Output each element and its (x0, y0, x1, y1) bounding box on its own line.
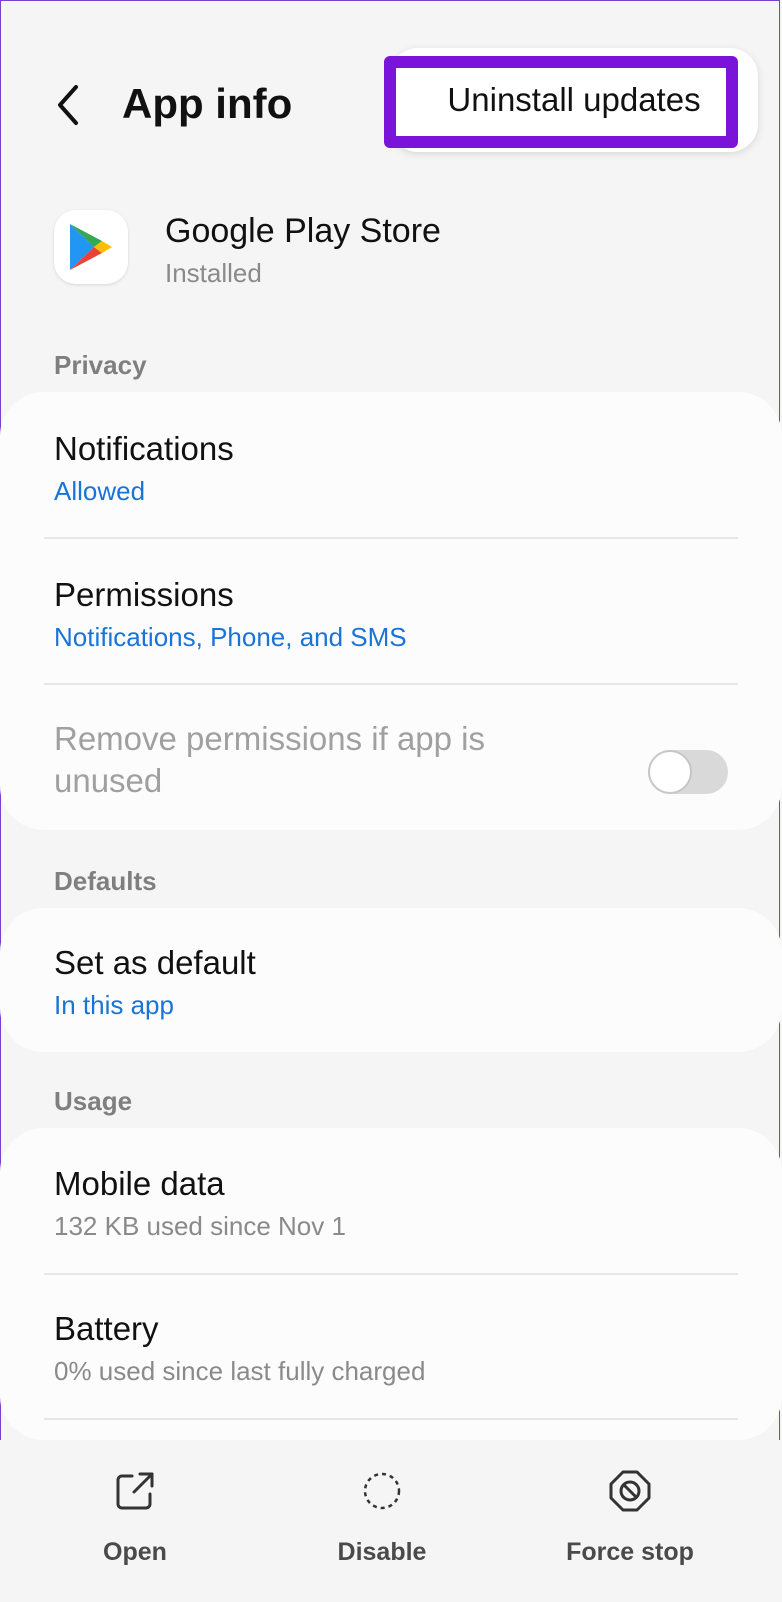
app-icon (54, 210, 128, 284)
set-as-default-title: Set as default (54, 944, 256, 981)
remove-permissions-toggle[interactable] (648, 750, 728, 794)
notifications-title: Notifications (54, 430, 234, 467)
app-install-status: Installed (165, 258, 262, 288)
google-play-icon (70, 224, 112, 270)
highlight-annotation (384, 56, 738, 148)
force-stop-icon (609, 1470, 651, 1512)
notifications-row[interactable]: Notifications Allowed (54, 428, 728, 508)
battery-value: 0% used since last fully charged (54, 1356, 426, 1386)
app-name: Google Play Store (165, 212, 441, 250)
permissions-title: Permissions (54, 576, 234, 613)
open-label: Open (103, 1538, 167, 1566)
divider (44, 537, 738, 539)
chevron-left-icon (58, 85, 78, 125)
set-as-default-row[interactable]: Set as default In this app (54, 942, 728, 1022)
section-label-defaults: Defaults (54, 866, 157, 896)
toggle-knob (648, 750, 692, 794)
mobile-data-value: 132 KB used since Nov 1 (54, 1211, 346, 1241)
open-button[interactable]: Open (35, 1440, 235, 1580)
disable-button[interactable]: Disable (282, 1440, 482, 1580)
force-stop-button[interactable]: Force stop (530, 1440, 730, 1580)
section-label-privacy: Privacy (54, 350, 147, 380)
permissions-row[interactable]: Permissions Notifications, Phone, and SM… (54, 574, 728, 654)
disable-label: Disable (337, 1538, 427, 1566)
notifications-value: Allowed (54, 476, 146, 506)
divider (44, 683, 738, 685)
battery-title: Battery (54, 1310, 159, 1347)
divider (44, 1418, 738, 1420)
remove-permissions-row: Remove permissions if app is unused (54, 718, 728, 802)
open-external-icon (116, 1472, 154, 1510)
section-label-usage: Usage (54, 1086, 133, 1116)
battery-row[interactable]: Battery 0% used since last fully charged (54, 1308, 728, 1388)
permissions-value: Notifications, Phone, and SMS (54, 622, 407, 652)
back-button[interactable] (48, 80, 88, 130)
divider (44, 1273, 738, 1275)
bottom-action-bar: Open Disable Force stop (0, 1440, 782, 1602)
app-bar: App info Uninstall updates (0, 0, 782, 190)
mobile-data-title: Mobile data (54, 1165, 225, 1202)
set-as-default-value: In this app (54, 990, 174, 1020)
force-stop-label: Force stop (566, 1538, 694, 1566)
remove-permissions-title: Remove permissions if app is unused (54, 720, 485, 799)
disable-icon (363, 1472, 401, 1510)
page-title: App info (122, 80, 293, 127)
mobile-data-row[interactable]: Mobile data 132 KB used since Nov 1 (54, 1163, 728, 1243)
